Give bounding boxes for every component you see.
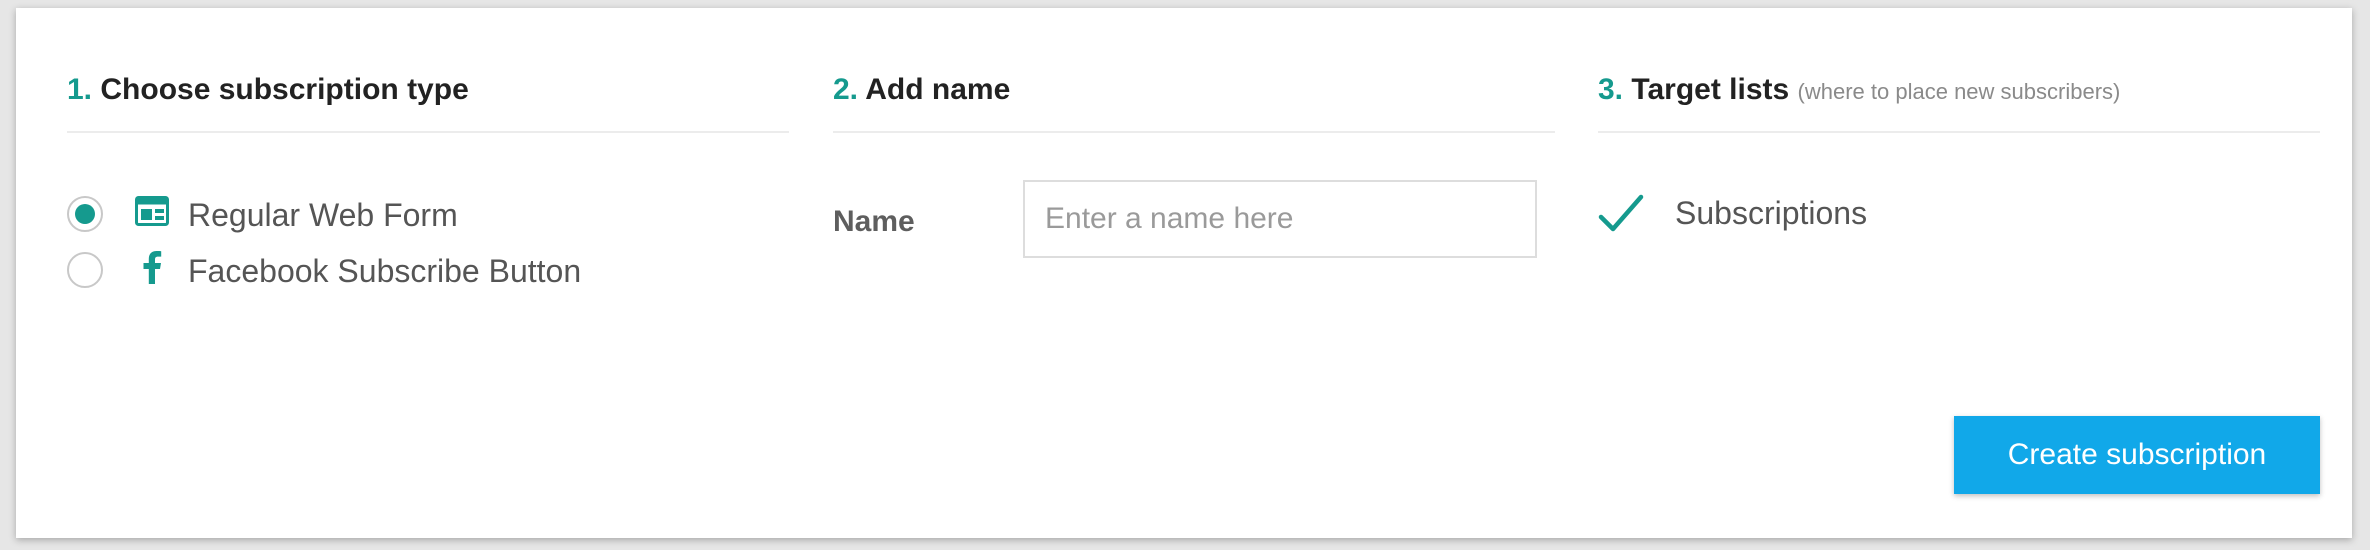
section-divider (833, 131, 1555, 133)
target-list-label: Subscriptions (1675, 195, 1868, 231)
create-subscription-button[interactable]: Create subscription (1954, 416, 2320, 494)
radio-facebook-subscribe-button[interactable] (67, 252, 103, 288)
section-title: Choose subscription type (100, 73, 469, 106)
web-form-icon (135, 194, 169, 228)
section-heading-add-name: 2. Add name (833, 72, 1010, 108)
section-note: (where to place new subscribers) (1797, 79, 2121, 104)
option-facebook-subscribe-button[interactable]: Facebook Subscribe Button (67, 250, 767, 294)
section-title: Add name (865, 73, 1011, 106)
option-regular-web-form[interactable]: Regular Web Form (67, 194, 767, 238)
section-heading-target-lists: 3. Target lists (where to place new subs… (1598, 72, 2120, 110)
option-label: Facebook Subscribe Button (188, 253, 582, 289)
subscription-card: 1. Choose subscription type Regular Web … (16, 8, 2352, 538)
radio-selected-dot (75, 204, 95, 224)
section-title: Target lists (1631, 73, 1790, 106)
name-input[interactable] (1023, 180, 1537, 258)
section-divider (1598, 131, 2320, 133)
step-number: 2. (833, 73, 859, 106)
section-divider (67, 131, 789, 133)
name-field-label: Name (833, 205, 915, 238)
step-number: 1. (67, 73, 93, 106)
option-label: Regular Web Form (188, 197, 458, 233)
radio-regular-web-form[interactable] (67, 196, 103, 232)
section-heading-subscription-type: 1. Choose subscription type (67, 72, 469, 108)
target-list-subscriptions[interactable]: Subscriptions (1598, 190, 2098, 240)
facebook-icon (135, 250, 169, 284)
check-icon[interactable] (1598, 192, 1644, 238)
step-number: 3. (1598, 73, 1624, 106)
